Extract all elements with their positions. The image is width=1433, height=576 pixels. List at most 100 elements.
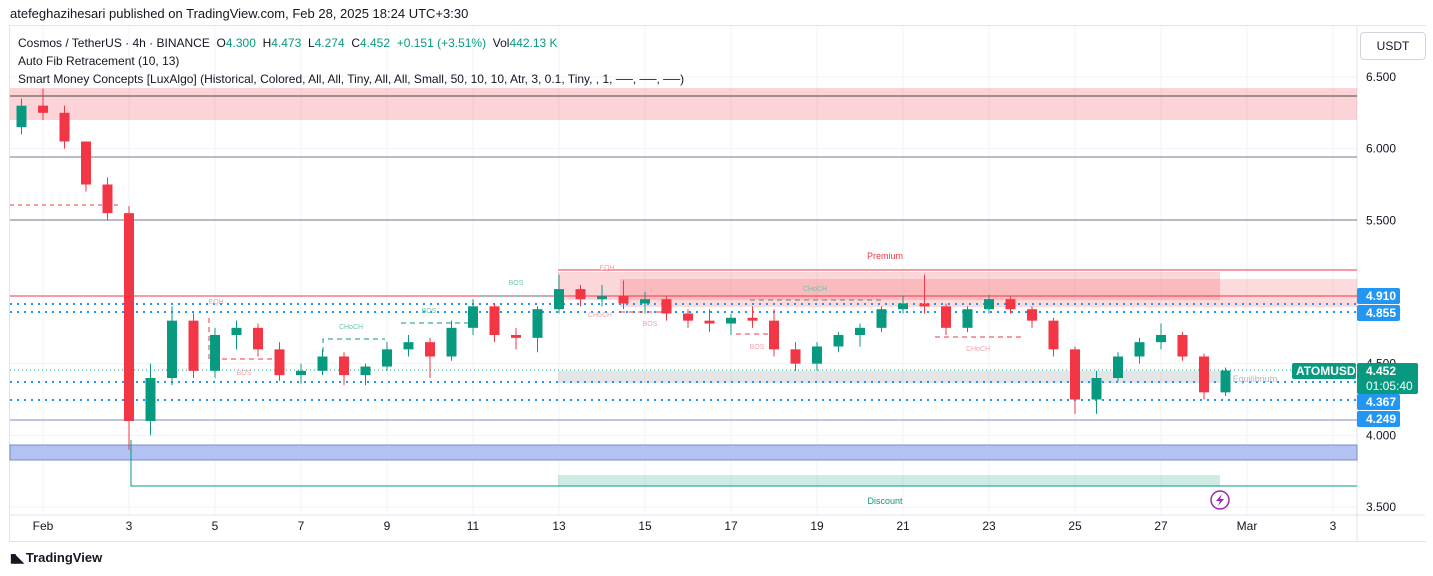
label-bos: BOS <box>237 370 252 377</box>
x-tick-label: 21 <box>896 519 910 533</box>
label-bos: BOS <box>509 280 524 287</box>
candle <box>339 352 349 386</box>
candle-body <box>1134 342 1145 357</box>
time-axis[interactable]: Feb 3 5 7 9 11 13 15 17 19 21 23 25 27 Mar 3 <box>33 519 1337 533</box>
candle <box>1070 346 1080 414</box>
candle-body <box>876 309 887 328</box>
candle <box>1220 367 1231 397</box>
candle <box>124 206 134 450</box>
candle-body <box>962 309 973 328</box>
candle-body <box>1199 356 1209 393</box>
candle-body <box>919 303 930 307</box>
label-eqh: EQH <box>599 265 614 272</box>
candle <box>167 306 177 386</box>
label-bos: BOS <box>750 344 765 351</box>
x-tick-label: 9 <box>384 519 391 533</box>
brand-name: TradingView <box>25 550 103 565</box>
candle-body <box>704 320 715 324</box>
x-tick-label: 17 <box>724 519 738 533</box>
candle <box>188 313 199 378</box>
candle-body <box>769 320 779 350</box>
candle-body <box>511 335 521 338</box>
candle <box>769 309 779 357</box>
symbol-ohlc-row: Cosmos / TetherUS · 4h · BINANCE O4.300 … <box>18 34 684 52</box>
close-label: C <box>351 36 360 50</box>
label-eqh: EQH <box>208 299 223 306</box>
candle <box>403 335 414 357</box>
candle-body <box>360 366 371 376</box>
candle-body <box>1048 320 1059 350</box>
candle-body <box>554 289 564 310</box>
level-label-4855: 4.855 <box>1366 306 1396 320</box>
low-label: L <box>307 36 315 50</box>
candle-body <box>941 306 951 328</box>
candle-body <box>1070 349 1080 400</box>
candle <box>726 313 736 335</box>
top-supply-zone <box>10 88 1357 120</box>
candle-body <box>532 309 543 338</box>
fib-blue-zone <box>9 444 1358 461</box>
x-tick-label: Feb <box>33 519 54 533</box>
label-choch: CHoCH <box>803 286 827 293</box>
candle <box>468 299 478 335</box>
candle <box>833 332 844 353</box>
candle-body <box>833 335 844 347</box>
candle-body <box>1091 378 1102 400</box>
bar-countdown: 01:05:40 <box>1366 379 1413 393</box>
candle-body <box>59 112 70 142</box>
x-tick-label: 7 <box>298 519 305 533</box>
x-tick-label: 25 <box>1068 519 1082 533</box>
candle <box>231 320 242 350</box>
candle-body <box>317 356 328 371</box>
y-tick-label: 3.500 <box>1366 500 1396 514</box>
candle-body <box>253 327 263 350</box>
currency-button[interactable]: USDT <box>1360 32 1426 60</box>
x-tick-label: 15 <box>638 519 652 533</box>
open-value: 4.300 <box>225 36 256 50</box>
candle <box>296 363 306 384</box>
candle <box>1177 332 1188 361</box>
x-tick-label: Mar <box>1237 519 1258 533</box>
candle-body <box>403 342 414 350</box>
candle-body <box>124 213 134 421</box>
candle <box>274 342 285 381</box>
candle <box>145 363 156 436</box>
change-value: +0.151 (+3.51%) <box>396 36 487 50</box>
level-label-4367: 4.367 <box>1366 395 1396 409</box>
x-tick-label: 23 <box>982 519 996 533</box>
candle <box>683 309 693 328</box>
candle <box>425 337 435 378</box>
candle <box>855 323 865 347</box>
candle-body <box>167 320 177 378</box>
candle <box>532 306 543 353</box>
candle-body <box>274 349 285 376</box>
candle <box>1156 323 1166 350</box>
candle <box>253 323 263 357</box>
indicator-fib[interactable]: Auto Fib Retracement (10, 13) <box>18 52 684 70</box>
candle-body <box>446 327 457 357</box>
candle-body <box>231 327 242 335</box>
candle <box>81 141 91 192</box>
symbol-title[interactable]: Cosmos / TetherUS · 4h · BINANCE <box>18 36 210 50</box>
candle <box>1134 337 1145 364</box>
lightning-icon[interactable] <box>1210 490 1230 510</box>
candle-body <box>102 184 113 214</box>
candle <box>876 306 887 333</box>
candle <box>962 306 973 333</box>
indicator-smc[interactable]: Smart Money Concepts [LuxAlgo] (Historic… <box>18 70 684 88</box>
y-tick-label: 6.000 <box>1366 142 1396 156</box>
candle <box>102 177 113 221</box>
x-tick-label: 27 <box>1154 519 1168 533</box>
y-tick-label: 4.000 <box>1366 428 1396 442</box>
candle <box>1113 352 1123 381</box>
candle-body <box>188 320 199 371</box>
candle <box>511 327 521 350</box>
symbol-tag: ATOMUSDT <box>1296 364 1364 378</box>
candle-body <box>1027 309 1037 321</box>
candle <box>812 342 822 371</box>
candle-body <box>898 303 908 310</box>
candle-body <box>296 370 306 376</box>
candle <box>489 303 500 343</box>
candle <box>1027 306 1037 328</box>
footer-brand[interactable]: ▮◣ TradingView <box>10 550 102 565</box>
